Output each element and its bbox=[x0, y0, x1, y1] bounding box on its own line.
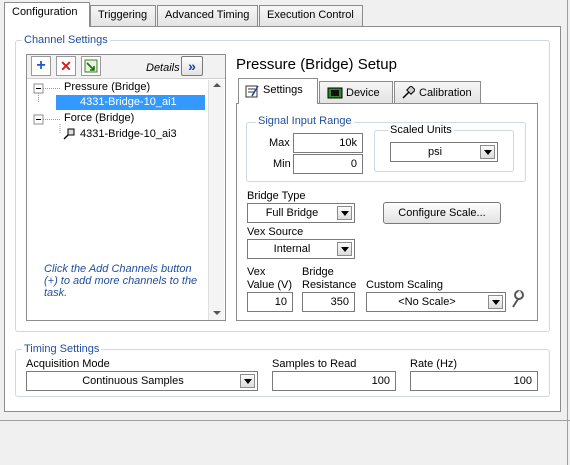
vex-value-label-line2: Value (V) bbox=[247, 279, 293, 291]
tree-item-channel-ai1[interactable]: 4331-Bridge-10_ai1 bbox=[80, 96, 177, 108]
tab-device[interactable]: Device bbox=[319, 81, 393, 103]
bottom-separator bbox=[0, 420, 570, 421]
chevron-down-icon[interactable] bbox=[337, 242, 352, 256]
details-button[interactable]: » bbox=[181, 56, 203, 76]
add-channel-button[interactable]: + bbox=[31, 56, 51, 76]
bridge-resistance-label-line1: Bridge bbox=[302, 266, 334, 278]
signal-input-range-title: Signal Input Range bbox=[256, 115, 354, 127]
right-edge-line bbox=[567, 0, 568, 465]
bridge-type-select[interactable]: Full Bridge bbox=[247, 203, 355, 223]
tab-triggering[interactable]: Triggering bbox=[90, 5, 156, 27]
acquisition-mode-select[interactable]: Continuous Samples bbox=[26, 371, 258, 391]
vex-source-select[interactable]: Internal bbox=[247, 239, 355, 259]
tree-item-pressure-bridge[interactable]: Pressure (Bridge) bbox=[64, 81, 150, 93]
scroll-up-icon[interactable] bbox=[213, 83, 221, 87]
chevron-down-icon[interactable] bbox=[337, 206, 352, 220]
sensor-channel-icon bbox=[63, 128, 75, 140]
tree-item-force-bridge[interactable]: Force (Bridge) bbox=[64, 112, 134, 124]
vex-source-label: Vex Source bbox=[247, 226, 304, 238]
bridge-resistance-input[interactable] bbox=[302, 292, 355, 312]
min-label: Min bbox=[273, 158, 291, 170]
chevron-down-icon[interactable] bbox=[488, 295, 503, 309]
vex-value-label-line1: Vex bbox=[247, 266, 266, 278]
samples-to-read-input[interactable] bbox=[272, 371, 396, 391]
tab-configuration[interactable]: Configuration bbox=[4, 2, 90, 27]
bridge-type-label: Bridge Type bbox=[247, 190, 306, 202]
arrow-chart-icon bbox=[84, 59, 98, 73]
bridge-resistance-label-line2: Resistance bbox=[302, 279, 357, 291]
device-chip-icon bbox=[327, 87, 343, 99]
scroll-down-icon[interactable] bbox=[213, 311, 221, 315]
vex-value-input[interactable] bbox=[247, 292, 293, 312]
max-label: Max bbox=[269, 137, 290, 149]
samples-to-read-label: Samples to Read bbox=[272, 358, 357, 370]
scaled-units-select[interactable]: psi bbox=[390, 142, 498, 162]
wrench-icon[interactable] bbox=[509, 289, 525, 309]
channel-list-scrollbar[interactable] bbox=[208, 80, 224, 320]
tab-advanced-timing[interactable]: Advanced Timing bbox=[157, 5, 258, 27]
tab-device-label: Device bbox=[346, 87, 380, 99]
tree-item-channel-ai3[interactable]: 4331-Bridge-10_ai3 bbox=[80, 128, 177, 140]
x-icon: ✕ bbox=[60, 57, 72, 74]
min-input[interactable] bbox=[293, 154, 363, 174]
double-chevron-right-icon: » bbox=[188, 58, 196, 74]
tab-settings[interactable]: Settings bbox=[238, 78, 318, 104]
calibration-icon bbox=[402, 86, 415, 99]
remove-channel-button[interactable]: ✕ bbox=[56, 56, 76, 76]
details-label: Details bbox=[146, 62, 180, 74]
custom-scaling-label: Custom Scaling bbox=[366, 279, 444, 291]
tab-calibration[interactable]: Calibration bbox=[394, 81, 481, 103]
scaled-units-title: Scaled Units bbox=[388, 124, 454, 136]
plus-icon: + bbox=[36, 57, 46, 74]
custom-scaling-value: <No Scale> bbox=[398, 296, 456, 308]
configure-scale-button[interactable]: Configure Scale... bbox=[383, 202, 501, 224]
add-channels-hint: Click the Add Channels button (+) to add… bbox=[44, 263, 198, 299]
channel-settings-title: Channel Settings bbox=[22, 34, 110, 46]
acquisition-mode-label: Acquisition Mode bbox=[26, 358, 110, 370]
rate-input[interactable] bbox=[410, 371, 538, 391]
channel-action-button[interactable] bbox=[81, 56, 101, 76]
tab-execution-control[interactable]: Execution Control bbox=[259, 5, 363, 27]
timing-settings-title: Timing Settings bbox=[22, 343, 102, 355]
setup-title: Pressure (Bridge) Setup bbox=[236, 56, 397, 73]
settings-form-icon bbox=[245, 85, 259, 98]
max-input[interactable] bbox=[293, 133, 363, 153]
rate-label: Rate (Hz) bbox=[410, 358, 458, 370]
tab-settings-label: Settings bbox=[263, 84, 303, 96]
acquisition-mode-value: Continuous Samples bbox=[82, 375, 184, 387]
chevron-down-icon[interactable] bbox=[480, 145, 495, 159]
tab-calibration-label: Calibration bbox=[419, 87, 472, 99]
custom-scaling-select[interactable]: <No Scale> bbox=[366, 292, 506, 312]
chevron-down-icon[interactable] bbox=[240, 374, 255, 388]
